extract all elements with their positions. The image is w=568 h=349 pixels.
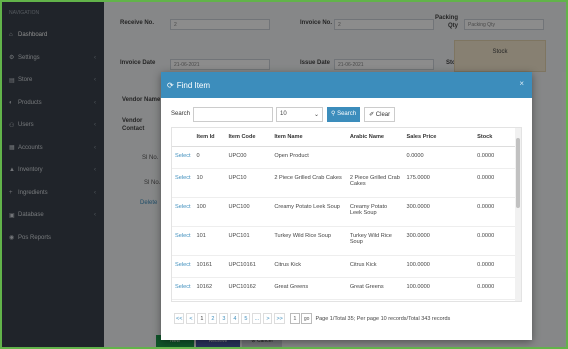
go-button[interactable]: go [300, 313, 313, 324]
column-header [172, 128, 194, 147]
cell-stock: 0.0000 [474, 197, 515, 227]
cell-name: Citrus Kick [271, 255, 347, 278]
cell-name: Creamy Potato Leek Soup [271, 197, 347, 227]
cell-arabic: 2 Piece Grilled Crab Cakes [346, 168, 404, 198]
column-header: Item Name [271, 128, 347, 147]
pagination-info: Page 1/Total 35; Per page 10 records/Tot… [315, 315, 451, 322]
column-header: Sales Price [403, 128, 475, 147]
table-scrollbar[interactable] [515, 128, 521, 301]
table-row: Select 10161 UPC10161 Citrus Kick Citrus Kic… [172, 255, 515, 278]
cell-price: 0.0000 [403, 146, 475, 169]
cell-stock: 0.0000 [474, 226, 515, 256]
cell-id: 10 [193, 168, 226, 198]
prev-page-button[interactable]: < [186, 313, 196, 324]
cell-stock: 0.0000 [474, 255, 515, 278]
cell-price: 100.0000 [403, 255, 475, 278]
search-input[interactable] [193, 106, 273, 122]
cell-name: 2 Piece Grilled Crab Cakes [271, 168, 347, 198]
page-size-select[interactable]: 10 ⌄ [276, 106, 323, 122]
cell-id: 10161 [193, 255, 226, 278]
cell-name: Turkey Wild Rice Soup [271, 226, 347, 256]
results-table: Item Id Item Code Item Name Arabic Name Sale… [172, 128, 515, 300]
find-item-modal: ⟳ Find Item × Search 10 ⌄ ⚲ Search ✐ Cle… [161, 72, 532, 340]
cell-id: 100 [193, 197, 226, 227]
cell-stock: 0.0000 [474, 146, 515, 169]
find-icon: ⟳ [167, 80, 174, 90]
cell-arabic: Citrus Kick [346, 255, 404, 278]
cell-code: UPC10 [225, 168, 272, 198]
pagination: << < 12345 ... > >> 1 go Page 1/Total 35… [174, 313, 450, 324]
table-row: Select 10 UPC10 2 Piece Grilled Crab Cakes 2… [172, 168, 515, 198]
select-link[interactable]: Select [172, 277, 194, 300]
cell-stock: 0.0000 [474, 168, 515, 198]
page-scrollbar[interactable] [562, 72, 566, 272]
cell-stock: 0.0000 [474, 277, 515, 300]
cell-code: UPC10162 [225, 277, 272, 300]
search-label: Search [171, 111, 191, 117]
modal-header: ⟳ Find Item × [161, 72, 532, 98]
select-link[interactable]: Select [172, 255, 194, 278]
cell-code: UPC101 [225, 226, 272, 256]
page-button-2[interactable]: 2 [208, 313, 218, 324]
search-bar: Search 10 ⌄ ⚲ Search ✐ Clear [171, 106, 396, 122]
next-page-button[interactable]: > [263, 313, 273, 324]
cell-price: 300.0000 [403, 226, 475, 256]
table-row: Select 10162 UPC10162 Great Greens Great Gre… [172, 277, 515, 300]
page-size-value: 10 [280, 111, 287, 117]
cell-price: 300.0000 [403, 197, 475, 227]
cell-price: 100.0000 [403, 277, 475, 300]
table-scroll-thumb[interactable] [516, 138, 520, 208]
cell-arabic: Turkey Wild Rice Soup [346, 226, 404, 256]
cell-arabic [346, 146, 404, 169]
search-button[interactable]: ⚲ Search [327, 106, 361, 122]
search-button-label: Search [337, 110, 357, 117]
close-icon[interactable]: × [519, 79, 524, 88]
eraser-icon: ✐ [369, 111, 376, 118]
page-button-1[interactable]: 1 [197, 313, 207, 324]
page-number-input[interactable]: 1 [289, 313, 300, 324]
cell-id: 0 [193, 146, 226, 169]
table-row: Select 101 UPC101 Turkey Wild Rice Soup Turk… [172, 226, 515, 256]
page-button-4[interactable]: 4 [230, 313, 240, 324]
cell-id: 10162 [193, 277, 226, 300]
table-header-row: Item Id Item Code Item Name Arabic Name Sale… [172, 128, 515, 147]
cell-name: Great Greens [271, 277, 347, 300]
clear-button-label: Clear [375, 111, 391, 118]
cell-price: 175.0000 [403, 168, 475, 198]
cell-code: UPC100 [225, 197, 272, 227]
chevron-down-icon: ⌄ [313, 111, 319, 118]
column-header: Stock [474, 128, 515, 147]
page-button-5[interactable]: 5 [241, 313, 251, 324]
table-row: Select 0 UPC00 Open Product 0.0000 0.0000 [172, 146, 515, 169]
app-frame: NAVIGATION ⌂ Dashboard ⚙ Settings ‹ ▤ Store ‹ ◐ P… [2, 2, 566, 347]
cell-name: Open Product [271, 146, 347, 169]
cell-code: UPC10161 [225, 255, 272, 278]
clear-button[interactable]: ✐ Clear [364, 106, 396, 122]
first-page-button[interactable]: << [174, 313, 185, 324]
page-button-3[interactable]: 3 [219, 313, 229, 324]
cell-arabic: Great Greens [346, 277, 404, 300]
cell-code: UPC00 [225, 146, 272, 169]
modal-title: Find Item [176, 80, 211, 90]
last-page-button[interactable]: >> [274, 313, 285, 324]
cell-id: 101 [193, 226, 226, 256]
cell-arabic: Creamy Potato Leek Soup [346, 197, 404, 227]
select-link[interactable]: Select [172, 146, 194, 169]
table-row: Select 100 UPC100 Creamy Potato Leek Soup Cr… [172, 197, 515, 227]
ellipsis: ... [252, 313, 262, 324]
select-link[interactable]: Select [172, 226, 194, 256]
select-link[interactable]: Select [172, 168, 194, 198]
column-header: Arabic Name [346, 128, 404, 147]
results-table-wrap: Item Id Item Code Item Name Arabic Name Sale… [171, 127, 522, 302]
column-header: Item Code [225, 128, 272, 147]
select-link[interactable]: Select [172, 197, 194, 227]
column-header: Item Id [193, 128, 226, 147]
